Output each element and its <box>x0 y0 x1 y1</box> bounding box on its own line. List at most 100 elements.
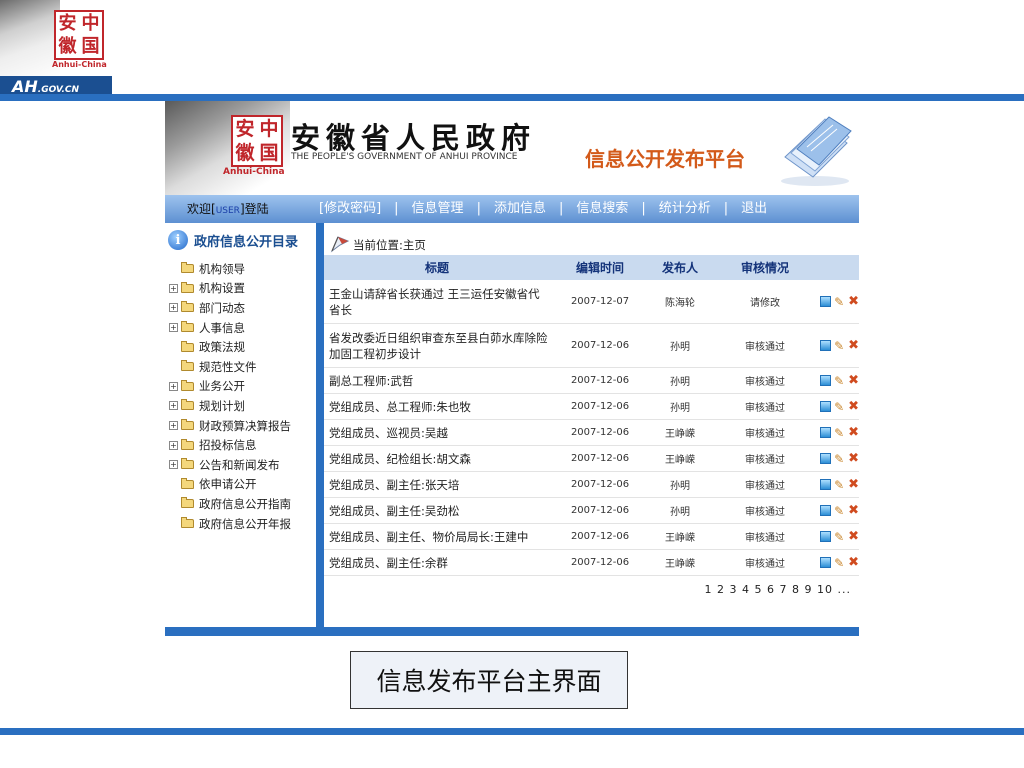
menu-logout[interactable]: 退出 <box>741 195 767 223</box>
delete-x-icon[interactable]: ✖ <box>848 426 859 439</box>
delete-x-icon[interactable]: ✖ <box>848 295 859 308</box>
menu-change-password[interactable]: [修改密码] <box>319 195 381 223</box>
delete-x-icon[interactable]: ✖ <box>848 556 859 569</box>
delete-x-icon[interactable]: ✖ <box>848 530 859 543</box>
menu-info-management[interactable]: 信息管理 <box>412 195 464 223</box>
sidebar-item[interactable]: + 机构设置 <box>169 279 291 299</box>
column-header-date[interactable]: 编辑时间 <box>550 259 650 276</box>
folder-icon <box>181 419 194 431</box>
expand-icon[interactable]: + <box>169 421 178 431</box>
delete-x-icon[interactable]: ✖ <box>848 400 859 413</box>
menu-separator: | <box>723 201 729 216</box>
table-row[interactable]: 副总工程师:武哲 2007-12-06 孙明 审核通过 ✎ ✖ <box>324 368 859 394</box>
row-title[interactable]: 党组成员、副主任:余群 <box>324 555 550 571</box>
table-row[interactable]: 党组成员、副主任:吴劲松 2007-12-06 孙明 审核通过 ✎ ✖ <box>324 498 859 524</box>
edit-pencil-icon[interactable]: ✎ <box>834 479 845 491</box>
table-row[interactable]: 党组成员、副主任、物价局局长:王建中 2007-12-06 王峥嵘 审核通过 ✎ ✖ <box>324 524 859 550</box>
bottom-stripe <box>0 728 1024 735</box>
row-title[interactable]: 党组成员、纪检组长:胡文森 <box>324 451 550 467</box>
menu-info-search[interactable]: 信息搜索 <box>576 195 628 223</box>
row-title[interactable]: 党组成员、副主任:吴劲松 <box>324 503 550 519</box>
sidebar-item[interactable]: 机构领导 <box>169 259 291 279</box>
sidebar-item[interactable]: 依申请公开 <box>169 475 291 495</box>
sidebar-item[interactable]: + 招投标信息 <box>169 435 291 455</box>
row-title[interactable]: 党组成员、总工程师:朱也牧 <box>324 399 550 415</box>
row-date: 2007-12-06 <box>570 531 630 542</box>
row-title[interactable]: 党组成员、巡视员:吴越 <box>324 425 550 441</box>
huangshan-mountain-image <box>0 0 60 78</box>
sidebar-item-label: 招投标信息 <box>199 438 257 453</box>
sidebar-divider <box>316 223 324 627</box>
delete-x-icon[interactable]: ✖ <box>848 504 859 517</box>
edit-pencil-icon[interactable]: ✎ <box>834 340 845 352</box>
edit-pencil-icon[interactable]: ✎ <box>834 557 845 569</box>
expand-icon[interactable]: + <box>169 283 178 293</box>
edit-pencil-icon[interactable]: ✎ <box>834 427 845 439</box>
sidebar-item[interactable]: 政府信息公开指南 <box>169 494 291 514</box>
sidebar-item-label: 政府信息公开指南 <box>199 496 291 511</box>
column-header-publisher[interactable]: 发布人 <box>650 259 710 276</box>
table-header: 标题 编辑时间 发布人 审核情况 <box>324 255 859 280</box>
edit-pencil-icon[interactable]: ✎ <box>834 401 845 413</box>
row-title[interactable]: 省发改委近日组织审查东至县白茆水库除险加固工程初步设计 <box>324 330 550 362</box>
table-row[interactable]: 党组成员、副主任:余群 2007-12-06 王峥嵘 审核通过 ✎ ✖ <box>324 550 859 576</box>
sidebar-item[interactable]: 政策法规 <box>169 337 291 357</box>
delete-x-icon[interactable]: ✖ <box>848 374 859 387</box>
expand-icon[interactable]: + <box>169 323 178 333</box>
row-title[interactable]: 党组成员、副主任:张天培 <box>324 477 550 493</box>
row-title[interactable]: 副总工程师:武哲 <box>324 373 550 389</box>
row-status: 审核通过 <box>745 429 785 440</box>
sidebar-item[interactable]: 政府信息公开年报 <box>169 514 291 534</box>
sidebar-item[interactable]: + 规划计划 <box>169 396 291 416</box>
expand-icon[interactable]: + <box>169 401 178 411</box>
row-publisher: 孙明 <box>670 377 690 388</box>
view-icon[interactable] <box>820 374 832 386</box>
table-row[interactable]: 党组成员、总工程师:朱也牧 2007-12-06 孙明 审核通过 ✎ ✖ <box>324 394 859 420</box>
table-row[interactable]: 党组成员、纪检组长:胡文森 2007-12-06 王峥嵘 审核通过 ✎ ✖ <box>324 446 859 472</box>
delete-x-icon[interactable]: ✖ <box>848 478 859 491</box>
documents-illustration-icon <box>781 116 852 186</box>
row-title[interactable]: 王金山请辞省长获通过 王三运任安徽省代省长 <box>324 286 550 318</box>
pagination[interactable]: 1 2 3 4 5 6 7 8 9 10 ... <box>705 583 851 596</box>
expand-icon[interactable]: + <box>169 303 178 313</box>
view-icon[interactable] <box>820 295 832 307</box>
view-icon[interactable] <box>820 339 832 351</box>
table-row[interactable]: 省发改委近日组织审查东至县白茆水库除险加固工程初步设计 2007-12-06 孙明 审… <box>324 324 859 368</box>
welcome-suffix: ]登陆 <box>239 202 269 216</box>
table-row[interactable]: 王金山请辞省长获通过 王三运任安徽省代省长 2007-12-07 陈海轮 请修改 ✎ ✖ <box>324 280 859 324</box>
anhui-china-label: Anhui-China <box>52 60 107 69</box>
expand-icon[interactable]: + <box>169 460 178 470</box>
column-header-title[interactable]: 标题 <box>324 259 550 276</box>
row-date: 2007-12-06 <box>570 557 630 568</box>
edit-pencil-icon[interactable]: ✎ <box>834 296 845 308</box>
delete-x-icon[interactable]: ✖ <box>848 339 859 352</box>
sidebar-item[interactable]: + 部门动态 <box>169 298 291 318</box>
sidebar-item[interactable]: + 公告和新闻发布 <box>169 455 291 475</box>
sidebar-item[interactable]: + 业务公开 <box>169 377 291 397</box>
seal-char: 徽 <box>58 35 77 57</box>
expand-icon[interactable]: + <box>169 440 178 450</box>
column-header-status[interactable]: 审核情况 <box>710 259 820 276</box>
view-icon[interactable] <box>820 478 832 490</box>
delete-x-icon[interactable]: ✖ <box>848 452 859 465</box>
sidebar-item[interactable]: + 人事信息 <box>169 318 291 338</box>
view-icon[interactable] <box>820 452 832 464</box>
row-title[interactable]: 党组成员、副主任、物价局局长:王建中 <box>324 529 550 545</box>
table-row[interactable]: 党组成员、巡视员:吴越 2007-12-06 王峥嵘 审核通过 ✎ ✖ <box>324 420 859 446</box>
menu-statistics[interactable]: 统计分析 <box>659 195 711 223</box>
view-icon[interactable] <box>820 556 832 568</box>
view-icon[interactable] <box>820 400 832 412</box>
view-icon[interactable] <box>820 426 832 438</box>
edit-pencil-icon[interactable]: ✎ <box>834 375 845 387</box>
sidebar-item[interactable]: 规范性文件 <box>169 357 291 377</box>
table-row[interactable]: 党组成员、副主任:张天培 2007-12-06 孙明 审核通过 ✎ ✖ <box>324 472 859 498</box>
menu-add-info[interactable]: 添加信息 <box>494 195 546 223</box>
edit-pencil-icon[interactable]: ✎ <box>834 531 845 543</box>
expand-icon[interactable]: + <box>169 381 178 391</box>
sidebar-item[interactable]: + 财政预算决算报告 <box>169 416 291 436</box>
view-icon[interactable] <box>820 504 832 516</box>
edit-pencil-icon[interactable]: ✎ <box>834 505 845 517</box>
row-actions: ✎ ✖ <box>820 374 859 387</box>
edit-pencil-icon[interactable]: ✎ <box>834 453 845 465</box>
view-icon[interactable] <box>820 530 832 542</box>
